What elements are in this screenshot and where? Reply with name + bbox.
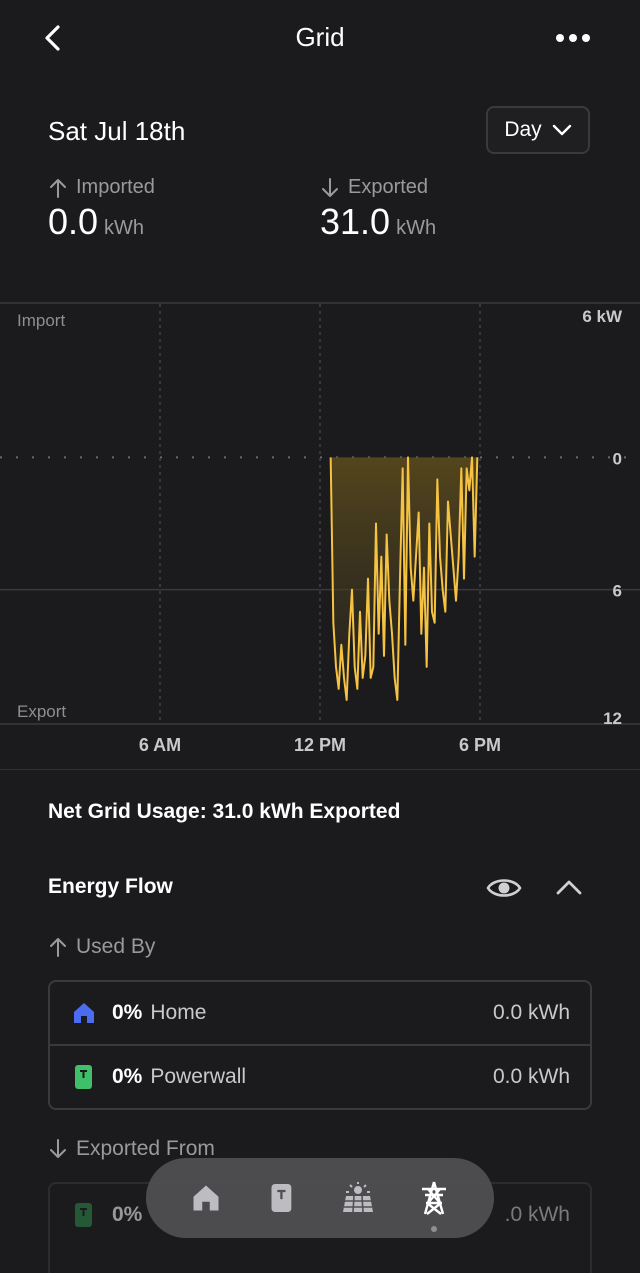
list-item-home[interactable]: 0% Home 0.0 kWh — [50, 982, 590, 1044]
arrow-down-icon — [50, 1139, 66, 1158]
chart-bottom-label: Export — [17, 702, 66, 721]
y-tick-label: 6 — [613, 582, 622, 601]
x-tick-label: 12 PM — [294, 735, 346, 755]
arrow-up-icon — [50, 178, 66, 198]
home-tab[interactable] — [184, 1176, 228, 1220]
home-icon — [74, 1003, 94, 1023]
eye-icon — [486, 879, 522, 897]
powerwall-energy: 0.0 kWh — [492, 1065, 570, 1088]
y-tick-label: 0 — [613, 449, 622, 468]
used-by-label: Used By — [76, 935, 156, 958]
exported-unit: kWh — [396, 217, 437, 239]
y-tick-label: 12 — [603, 709, 622, 728]
home-icon — [193, 1185, 219, 1211]
date-title: Sat Jul 18th — [48, 116, 186, 146]
bottom-tab-bar — [146, 1158, 494, 1238]
x-tick-label: 6 AM — [139, 735, 181, 755]
powerwall-percent: 0% — [112, 1065, 143, 1088]
collapse-button[interactable] — [554, 874, 584, 902]
chart-series — [329, 456, 479, 701]
range-select[interactable]: Day — [486, 106, 590, 154]
used-by-list: 0% Home 0.0 kWh 0% Powerwall 0.0 kWh — [48, 980, 592, 1110]
imported-unit: kWh — [104, 217, 145, 239]
chevron-down-icon — [552, 124, 571, 136]
export-powerwall-energy: .0 kWh — [504, 1203, 570, 1226]
home-label: Home — [150, 1001, 207, 1024]
net-grid-usage: Net Grid Usage: 31.0 kWh Exported — [48, 800, 401, 823]
y-tick-label: 6 kW — [582, 307, 623, 326]
powerwall-label: Powerwall — [150, 1065, 247, 1088]
export-powerwall-percent: 0% — [112, 1203, 143, 1226]
arrow-up-icon — [50, 938, 66, 957]
imported-label: Imported — [76, 176, 155, 198]
imported-stat: Imported 0.0 kWh — [48, 176, 155, 243]
visibility-toggle-button[interactable] — [486, 874, 522, 902]
grid-tab[interactable] — [412, 1176, 456, 1232]
energy-flow-title: Energy Flow — [48, 875, 173, 898]
chevron-up-icon — [556, 880, 582, 895]
chart-top-label: Import — [17, 311, 65, 330]
list-item-powerwall[interactable]: 0% Powerwall 0.0 kWh — [50, 1044, 590, 1108]
powerwall-icon — [75, 1065, 92, 1089]
page-title: Grid — [295, 22, 345, 52]
more-icon — [556, 34, 590, 42]
grid-power-chart[interactable]: Import Export 6 kW 0 6 12 6 AM 12 PM 6 PM — [0, 300, 640, 770]
active-tab-indicator — [431, 1226, 437, 1232]
home-energy: 0.0 kWh — [492, 1001, 570, 1024]
x-tick-label: 6 PM — [459, 735, 501, 755]
powerwall-tab[interactable] — [260, 1176, 304, 1220]
imported-value: 0.0 — [48, 201, 99, 242]
used-by-header: Used By — [48, 935, 155, 959]
range-select-value: Day — [504, 118, 542, 141]
solar-panel-icon — [343, 1182, 373, 1213]
transmission-tower-icon — [422, 1181, 446, 1215]
powerwall-icon — [75, 1203, 92, 1227]
solar-tab[interactable] — [336, 1176, 380, 1220]
chart-grid — [0, 302, 640, 770]
exported-label: Exported — [348, 176, 429, 198]
exported-stat: Exported 31.0 kWh — [320, 176, 436, 243]
home-percent: 0% — [112, 1001, 143, 1024]
exported-value: 31.0 — [320, 201, 391, 242]
more-options-button[interactable] — [552, 26, 594, 50]
powerwall-icon — [271, 1184, 292, 1212]
arrow-down-icon — [322, 177, 338, 197]
